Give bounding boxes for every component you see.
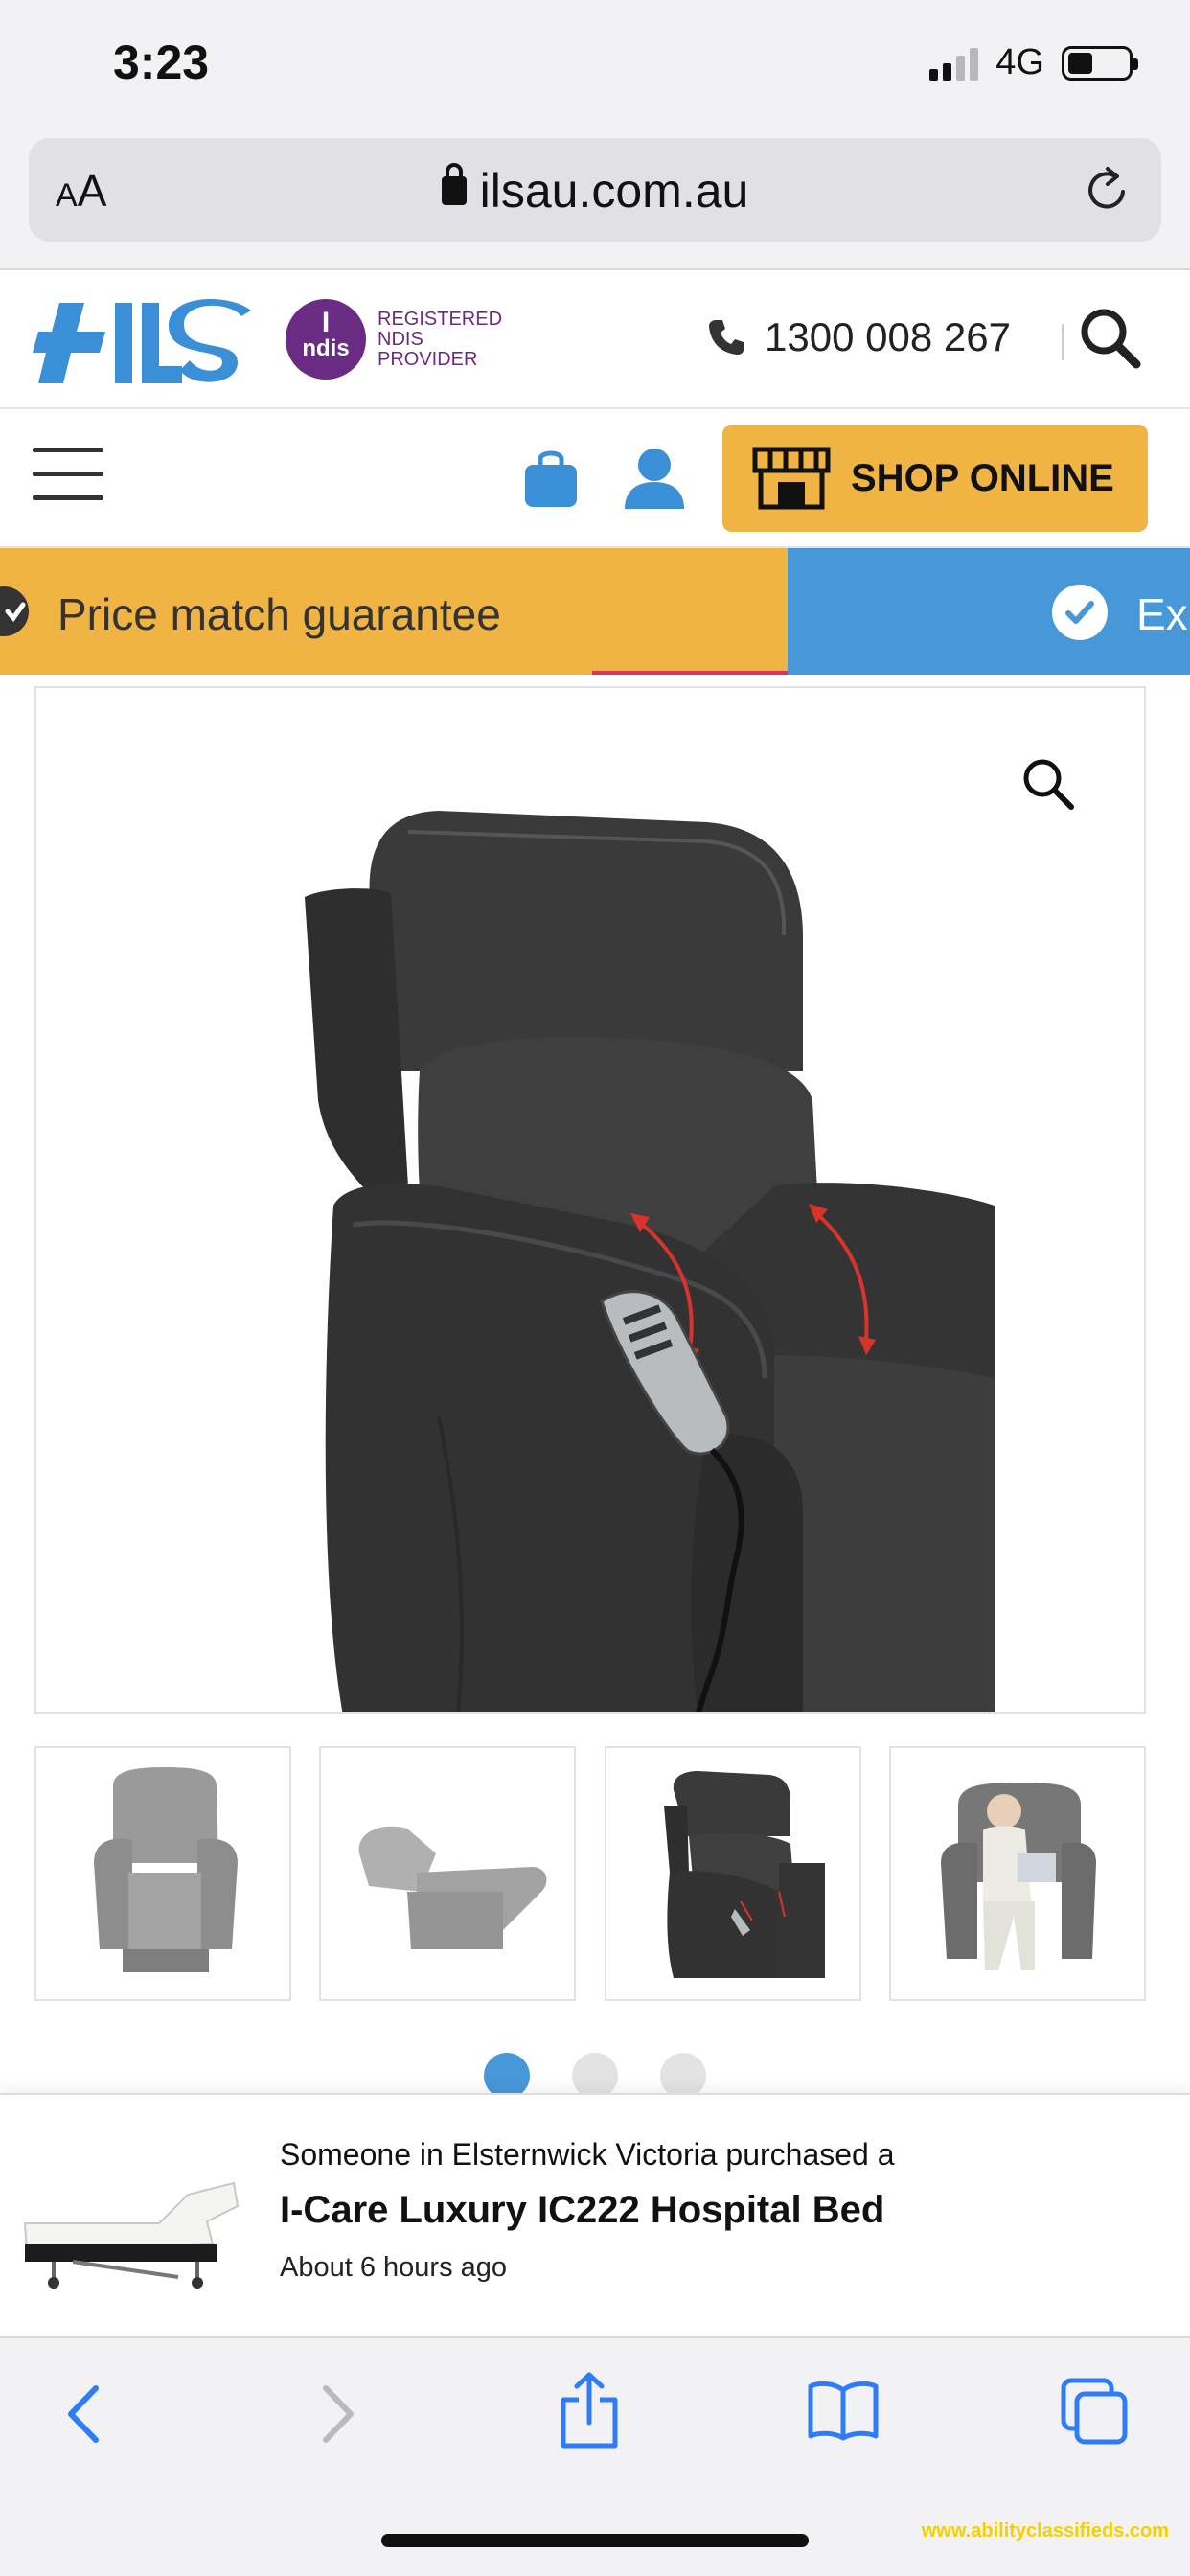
thumbnail-chair-reclined[interactable]: [319, 1746, 577, 2001]
share-icon[interactable]: [556, 2371, 623, 2451]
thumbnail-chair-upright[interactable]: [34, 1746, 291, 2001]
tabs-icon[interactable]: [1060, 2377, 1129, 2446]
header-divider: [1062, 324, 1064, 360]
reload-icon[interactable]: [1081, 163, 1134, 217]
lock-icon: [441, 162, 467, 205]
promo-banner: Price match guarantee Ex: [0, 548, 1190, 675]
product-thumbnails: [34, 1746, 1146, 2001]
signal-icon: [929, 46, 979, 80]
address-bar[interactable]: AA ilsau.com.au: [29, 138, 1161, 242]
url-text: ilsau.com.au: [479, 164, 749, 218]
notification-product-name[interactable]: I-Care Luxury IC222 Hospital Bed: [280, 2189, 884, 2232]
status-indicators: 4G: [929, 42, 1138, 83]
notification-time: About 6 hours ago: [280, 2252, 508, 2283]
status-time: 3:23: [113, 35, 210, 89]
shop-online-button[interactable]: SHOP ONLINE: [722, 425, 1148, 532]
bookmarks-icon[interactable]: [807, 2379, 880, 2442]
ndis-logo: I ndis: [286, 299, 366, 380]
home-indicator[interactable]: [381, 2534, 809, 2547]
shop-online-label: SHOP ONLINE: [851, 456, 1114, 499]
zoom-icon[interactable]: [1019, 755, 1077, 813]
forward-icon[interactable]: [314, 2380, 362, 2448]
phone-number: 1300 008 267: [765, 314, 1011, 359]
url-display[interactable]: ilsau.com.au: [29, 162, 1161, 218]
ils-logo[interactable]: [33, 299, 253, 387]
storefront-icon: [752, 447, 831, 510]
thumbnail-chair-with-person[interactable]: [888, 1746, 1146, 2001]
browser-address-area: AA ilsau.com.au: [0, 134, 1190, 270]
check-icon: [1052, 585, 1108, 640]
site-header: I ndis REGISTERED NDIS PROVIDER 1300 008…: [0, 270, 1190, 409]
carousel-dot-1[interactable]: [484, 2053, 530, 2099]
status-bar: 3:23 4G: [0, 0, 1190, 134]
recent-purchase-notification[interactable]: Someone in Elsternwick Victoria purchase…: [0, 2093, 1190, 2336]
hospital-bed-image: [23, 2181, 240, 2288]
network-label: 4G: [995, 42, 1044, 82]
phone-icon: [709, 320, 744, 355]
watermark-text: www.abilityclassifieds.com: [921, 2520, 1169, 2542]
phone-link[interactable]: 1300 008 267: [707, 314, 1011, 360]
cart-bag-icon[interactable]: [521, 448, 581, 509]
promo-text-price-match: Price match guarantee: [57, 589, 501, 639]
promo-progress-line: [592, 671, 788, 675]
back-icon[interactable]: [59, 2380, 107, 2448]
ndis-provider-badge: I ndis REGISTERED NDIS PROVIDER: [286, 299, 502, 380]
chair-thumbnail-icon: [663, 1771, 825, 1978]
account-icon[interactable]: [621, 446, 688, 511]
lift-chair-image: [305, 811, 995, 1712]
promo-slide-next: [788, 548, 1190, 675]
carousel-dot-3[interactable]: [660, 2053, 706, 2099]
thumbnail-chair-remote[interactable]: [604, 1746, 861, 2001]
check-icon: [0, 586, 29, 636]
chair-thumbnail-icon: [358, 1826, 547, 1949]
search-icon[interactable]: [1077, 305, 1144, 372]
promo-text-next: Ex: [1136, 589, 1188, 639]
carousel-dot-2[interactable]: [572, 2053, 618, 2099]
chair-thumbnail-icon: [94, 1767, 238, 1972]
battery-icon: [1062, 45, 1138, 80]
menu-icon[interactable]: [33, 448, 103, 505]
chair-thumbnail-icon: [940, 1782, 1096, 1970]
ndis-text: REGISTERED NDIS PROVIDER: [378, 308, 503, 370]
nav-row: SHOP ONLINE: [0, 409, 1190, 548]
notification-text: Someone in Elsternwick Victoria purchase…: [280, 2137, 895, 2172]
product-main-image[interactable]: [34, 686, 1146, 1714]
